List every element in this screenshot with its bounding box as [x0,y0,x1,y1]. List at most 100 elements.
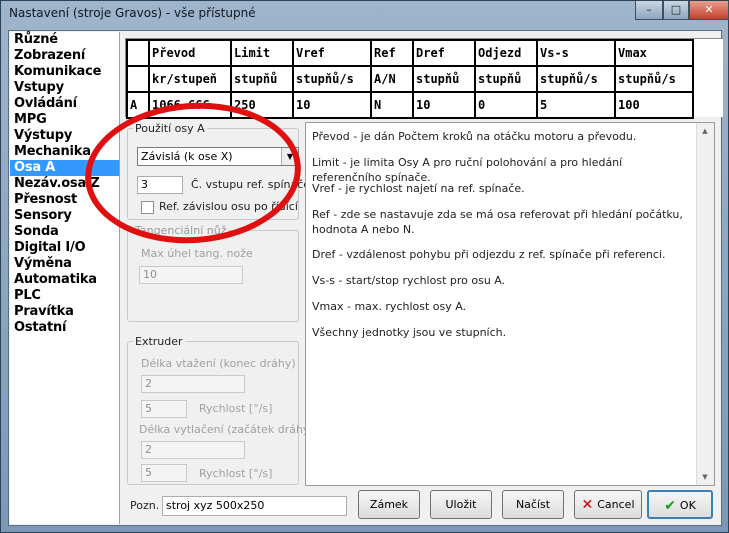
help-text-box[interactable]: Převod - je dán Počtem kroků na otáčku m… [305,122,715,486]
max-angle-label: Max úhel tang. nože [141,247,253,260]
row-label: A [126,91,150,119]
axis-mode-value: Závislá (k ose X) [141,150,233,163]
window-title: Nastavení (stroje Gravos) - vše přístupn… [9,6,256,20]
unit-cell: stupňů/s [614,65,694,93]
help-line: Vref - je rychlost najetí na ref. spínač… [312,182,525,195]
ok-label: OK [679,499,696,512]
cancel-label: Cancel [597,498,635,511]
unit-cell: kr/stupeň [148,65,232,93]
sidebar-item-ruzne[interactable]: Různé [10,32,119,48]
value-cell-vmax[interactable]: 100 [614,91,694,119]
close-button[interactable]: ✕ [689,1,729,20]
sidebar-item-automatika[interactable]: Automatika [10,272,119,288]
maximize-button[interactable]: □ [663,1,689,20]
grid-corner [126,39,150,67]
unit-cell: stupňů [230,65,294,93]
check-icon: ✔ [664,498,676,514]
grid-corner [126,65,150,93]
note-input[interactable]: stroj xyz 500x250 [162,496,347,516]
column-header: Dref [412,39,476,67]
column-header: Převod [148,39,232,67]
sidebar-item-vymena[interactable]: Výměna [10,256,119,272]
help-line: Ref - zde se nastavuje zda se má osa ref… [312,208,683,236]
column-header: Ref [370,39,414,67]
sidebar-item-osa-a[interactable]: Osa A [10,160,119,176]
sidebar-item-presnost[interactable]: Přesnost [10,192,119,208]
sidebar-item-mechanika[interactable]: Mechanika [10,144,119,160]
cancel-button[interactable]: ✕ Cancel [574,490,642,519]
sidebar-item-mpg[interactable]: MPG [10,112,119,128]
axis-use-legend: Použití osy A [135,122,205,135]
push-speed-label: Rychlost [°/s] [199,467,273,480]
table-header-row: Převod Limit Vref Ref Dref Odjezd Vs-s V… [126,39,694,67]
sidebar-item-pravitka[interactable]: Pravítka [10,304,119,320]
ref-switch-input-number[interactable]: 3 [137,176,183,194]
chevron-down-icon[interactable]: ▼ [281,148,298,165]
value-cell-limit[interactable]: 250 [230,91,294,119]
push-length-label: Délka vytlačení (začátek dráhy) [139,423,314,436]
retract-length-input[interactable]: 2 [141,375,245,393]
retract-speed-input[interactable]: 5 [141,400,187,418]
column-header: Vmax [614,39,694,67]
sidebar-item-ostatni[interactable]: Ostatní [10,320,119,336]
value-cell-ref[interactable]: N [370,91,414,119]
ref-dependent-label: Ref. závislou osu po řídící [159,200,298,213]
unit-cell: A/N [370,65,414,93]
scroll-down-icon[interactable]: ▼ [697,469,713,485]
retract-length-label: Délka vtažení (konec dráhy) [141,357,296,370]
scroll-up-icon[interactable]: ▲ [697,123,713,139]
unit-cell: stupňů [474,65,538,93]
retract-speed-label: Rychlost [°/s] [199,402,273,415]
help-line: Dref - vzdálenost pohybu při odjezdu z r… [312,248,666,261]
help-line: Všechny jednotky jsou ve stupních. [312,326,507,339]
table-row: A 1066.666 250 10 N 10 0 5 100 [126,91,694,119]
sidebar-item-sonda[interactable]: Sonda [10,224,119,240]
value-cell-vs-s[interactable]: 5 [536,91,616,119]
save-button[interactable]: Uložit [430,490,492,519]
help-line: Vs-s - start/stop rychlost pro osu A. [312,274,506,287]
sidebar-item-ovladani[interactable]: Ovládání [10,96,119,112]
value-cell-prevod[interactable]: 1066.666 [148,91,232,119]
ref-switch-input-label: Č. vstupu ref. spínače [191,178,311,191]
sidebar-item-zobrazeni[interactable]: Zobrazení [10,48,119,64]
client-area: Různé Zobrazení Komunikace Vstupy Ovládá… [8,30,723,526]
column-header: Limit [230,39,294,67]
sidebar-item-nezav-osa-z[interactable]: Nezáv.osa Z [10,176,119,192]
unit-cell: stupňů/s [536,65,616,93]
sidebar-item-komunikace[interactable]: Komunikace [10,64,119,80]
push-speed-input[interactable]: 5 [141,464,187,482]
title-bar[interactable]: Nastavení (stroje Gravos) - vše přístupn… [1,1,729,29]
ok-button[interactable]: ✔ OK [647,490,713,519]
sidebar-item-vystupy[interactable]: Výstupy [10,128,119,144]
sidebar-item-digital-io[interactable]: Digital I/O [10,240,119,256]
axis-settings-panel: Použití osy A Závislá (k ose X) ▼ 3 Č. v… [125,119,314,485]
column-header: Vref [292,39,372,67]
table-units-row: kr/stupeň stupňů stupňů/s A/N stupňů stu… [126,65,694,93]
unit-cell: stupňů/s [292,65,372,93]
minimize-button[interactable]: – [635,1,663,20]
sidebar-item-sensory[interactable]: Sensory [10,208,119,224]
column-header: Vs-s [536,39,616,67]
load-button[interactable]: Načíst [502,490,564,519]
extruder-legend: Extruder [135,335,183,348]
sidebar-item-vstupy[interactable]: Vstupy [10,80,119,96]
lock-button[interactable]: Zámek [358,490,420,519]
unit-cell: stupňů [412,65,476,93]
value-cell-dref[interactable]: 10 [412,91,476,119]
push-length-input[interactable]: 2 [141,441,245,459]
value-cell-odjezd[interactable]: 0 [474,91,538,119]
category-list[interactable]: Různé Zobrazení Komunikace Vstupy Ovládá… [10,32,120,524]
cancel-x-icon: ✕ [581,497,594,513]
help-line: Vmax - max. rychlost osy A. [312,300,467,313]
axis-mode-select[interactable]: Závislá (k ose X) ▼ [137,147,299,166]
sidebar-item-plc[interactable]: PLC [10,288,119,304]
help-scrollbar[interactable]: ▲ ▼ [696,123,714,485]
settings-window: Nastavení (stroje Gravos) - vše přístupn… [0,0,729,533]
ref-dependent-checkbox[interactable] [141,201,154,214]
max-angle-input[interactable]: 10 [139,266,243,284]
tangential-knife-legend: Tangenciální nůž [135,224,227,237]
axis-parameter-grid: Převod Limit Vref Ref Dref Odjezd Vs-s V… [125,38,723,119]
value-cell-vref[interactable]: 10 [292,91,372,119]
help-line: Převod - je dán Počtem kroků na otáčku m… [312,130,637,143]
note-label: Pozn. [130,499,160,512]
